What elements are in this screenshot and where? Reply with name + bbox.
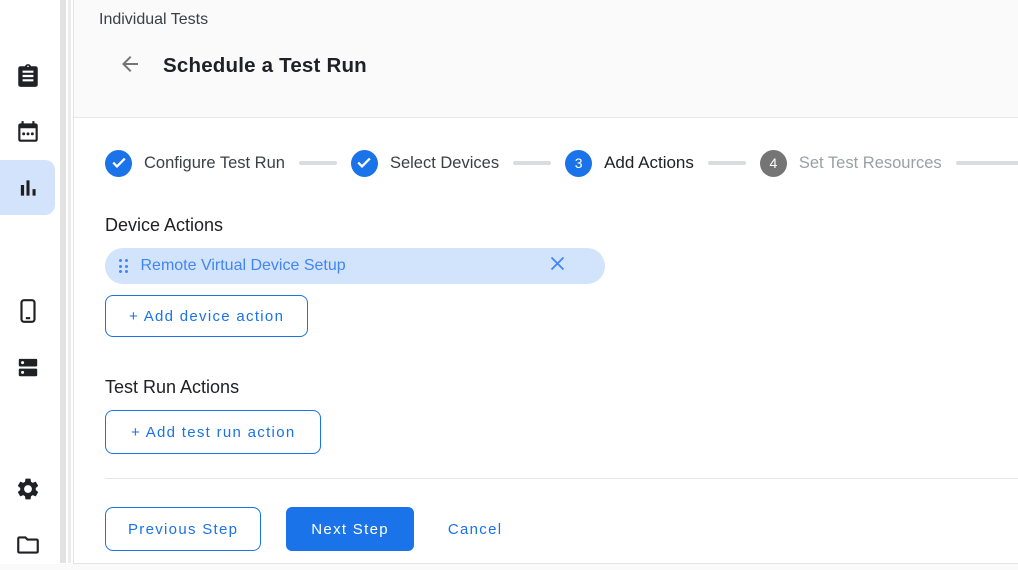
device-actions-heading: Device Actions [105,215,1018,236]
step-3-circle: 3 [565,150,592,177]
sidebar-item-calendar[interactable] [0,104,55,159]
folder-icon [15,532,41,558]
drag-handle-icon[interactable] [119,259,128,273]
step-3-label: Add Actions [604,153,694,173]
add-test-run-action-button[interactable]: + Add test run action [105,410,321,454]
step-add-actions[interactable]: 3 Add Actions [565,150,694,177]
footer-divider [105,478,1018,479]
cancel-button[interactable]: Cancel [440,507,511,551]
step-1-circle [105,150,132,177]
step-4-circle: 4 [760,150,787,177]
stepper-connector [708,161,746,165]
back-button[interactable] [116,52,144,80]
vertical-scrollbar-track[interactable] [60,0,66,563]
stepper-connector [956,161,1018,165]
device-action-chip-label: Remote Virtual Device Setup [141,257,346,275]
add-device-action-button[interactable]: + Add device action [105,295,308,337]
arrow-back-icon [118,52,142,81]
main-pane: Individual Tests Schedule a Test Run Con… [73,0,1018,564]
stepper: Configure Test Run Select Devices 3 Add … [105,149,1018,177]
test-run-actions-heading: Test Run Actions [105,377,1018,398]
step-1-label: Configure Test Run [144,154,285,173]
storage-icon [15,354,41,380]
wizard-footer: Previous Step Next Step Cancel [105,507,1018,551]
bottom-background-band [0,564,1018,570]
step-2-label: Select Devices [390,154,499,173]
sidebar-item-folder[interactable] [0,517,55,570]
previous-step-button[interactable]: Previous Step [105,507,261,551]
clipboard-icon [15,63,41,89]
sidebar-item-smartphone[interactable] [0,283,55,338]
device-action-chip[interactable]: Remote Virtual Device Setup [105,248,605,284]
step-4-label: Set Test Resources [799,154,942,173]
calendar-icon [15,119,41,145]
step-configure-test-run[interactable]: Configure Test Run [105,150,285,177]
stepper-connector [299,161,337,165]
smartphone-icon [15,298,41,324]
sidebar [0,0,60,564]
vertical-scrollbar-thumb[interactable] [68,0,71,563]
content-area: Device Actions Remote Virtual Device Set… [74,215,1018,551]
stepper-connector [513,161,551,165]
gear-icon [15,476,41,502]
sidebar-item-settings[interactable] [0,461,55,516]
check-icon [112,155,126,171]
bar-chart-icon [15,175,41,201]
remove-device-action-button[interactable] [547,256,567,276]
step-select-devices[interactable]: Select Devices [351,150,499,177]
next-step-button[interactable]: Next Step [286,507,414,551]
check-icon [357,155,371,171]
step-set-test-resources[interactable]: 4 Set Test Resources [760,150,942,177]
breadcrumb: Individual Tests [99,11,1018,29]
page-header: Individual Tests Schedule a Test Run [74,0,1018,118]
step-2-circle [351,150,378,177]
sidebar-item-bar-chart[interactable] [0,160,55,215]
page-title: Schedule a Test Run [163,54,367,78]
sidebar-item-storage[interactable] [0,339,55,394]
sidebar-item-clipboard[interactable] [0,48,55,103]
close-icon [550,256,565,276]
